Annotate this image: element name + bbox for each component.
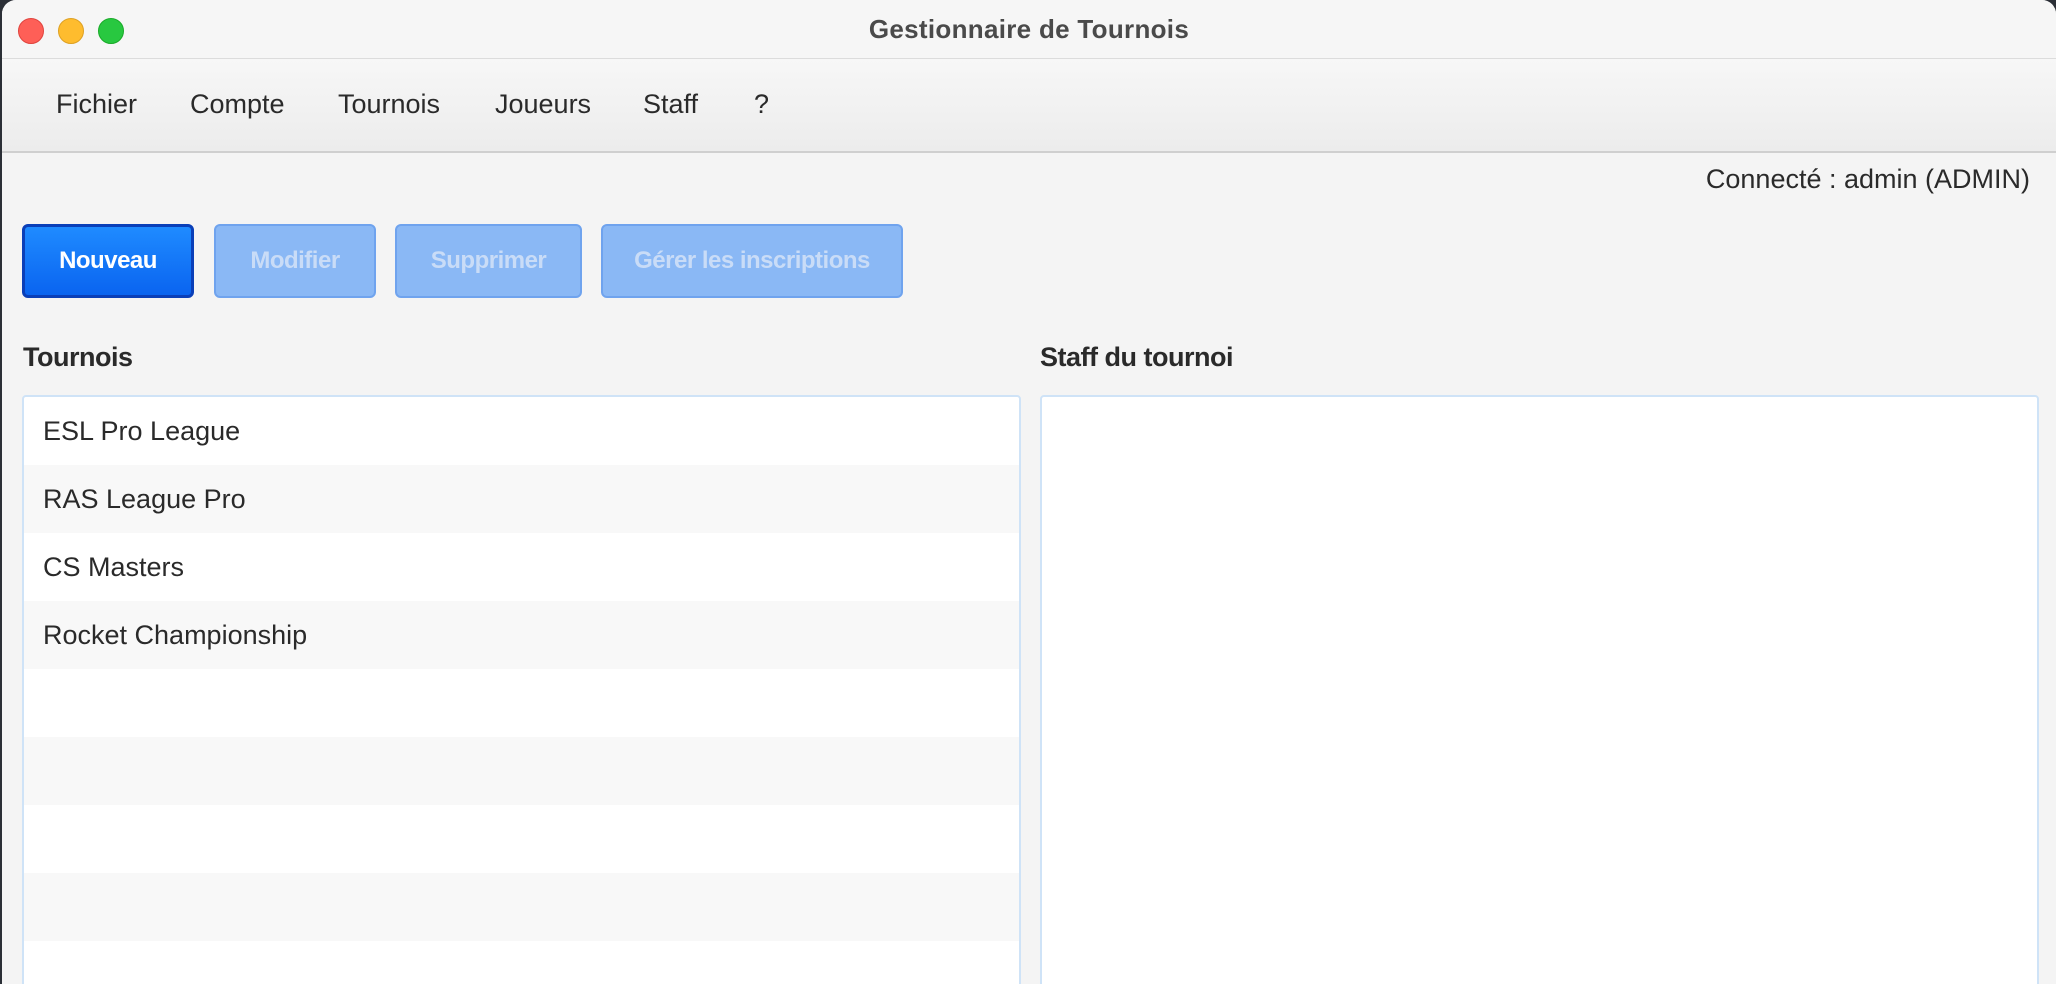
- title-bar: Gestionnaire de Tournois: [2, 0, 2056, 59]
- menu-joueurs[interactable]: Joueurs: [495, 89, 591, 120]
- connection-status: Connecté : admin (ADMIN): [1705, 164, 2030, 194]
- list-item[interactable]: ESL Pro League: [24, 397, 1019, 465]
- new-button[interactable]: Nouveau: [22, 224, 194, 298]
- staff-list[interactable]: [1040, 395, 2039, 984]
- list-item: [24, 873, 1019, 941]
- menu-help[interactable]: ?: [754, 89, 769, 120]
- edit-button[interactable]: Modifier: [214, 224, 376, 298]
- menu-tournois[interactable]: Tournois: [338, 89, 440, 120]
- menu-compte[interactable]: Compte: [190, 89, 285, 120]
- menu-bar: Fichier Compte Tournois Joueurs Staff ?: [2, 59, 2056, 153]
- list-item[interactable]: CS Masters: [24, 533, 1019, 601]
- manage-registrations-button[interactable]: Gérer les inscriptions: [601, 224, 903, 298]
- list-item: [24, 941, 1019, 984]
- staff-heading: Staff du tournoi: [1040, 342, 1233, 372]
- menu-staff[interactable]: Staff: [643, 89, 698, 120]
- window-title: Gestionnaire de Tournois: [868, 14, 1190, 44]
- list-item[interactable]: RAS League Pro: [24, 465, 1019, 533]
- list-item: [24, 805, 1019, 873]
- list-item: [24, 737, 1019, 805]
- tournaments-heading: Tournois: [23, 342, 133, 372]
- app-window: Gestionnaire de Tournois Fichier Compte …: [2, 0, 2056, 984]
- delete-button[interactable]: Supprimer: [395, 224, 582, 298]
- menu-fichier[interactable]: Fichier: [56, 89, 137, 120]
- list-item[interactable]: Rocket Championship: [24, 601, 1019, 669]
- list-item: [24, 669, 1019, 737]
- tournaments-list[interactable]: ESL Pro League RAS League Pro CS Masters…: [22, 395, 1021, 984]
